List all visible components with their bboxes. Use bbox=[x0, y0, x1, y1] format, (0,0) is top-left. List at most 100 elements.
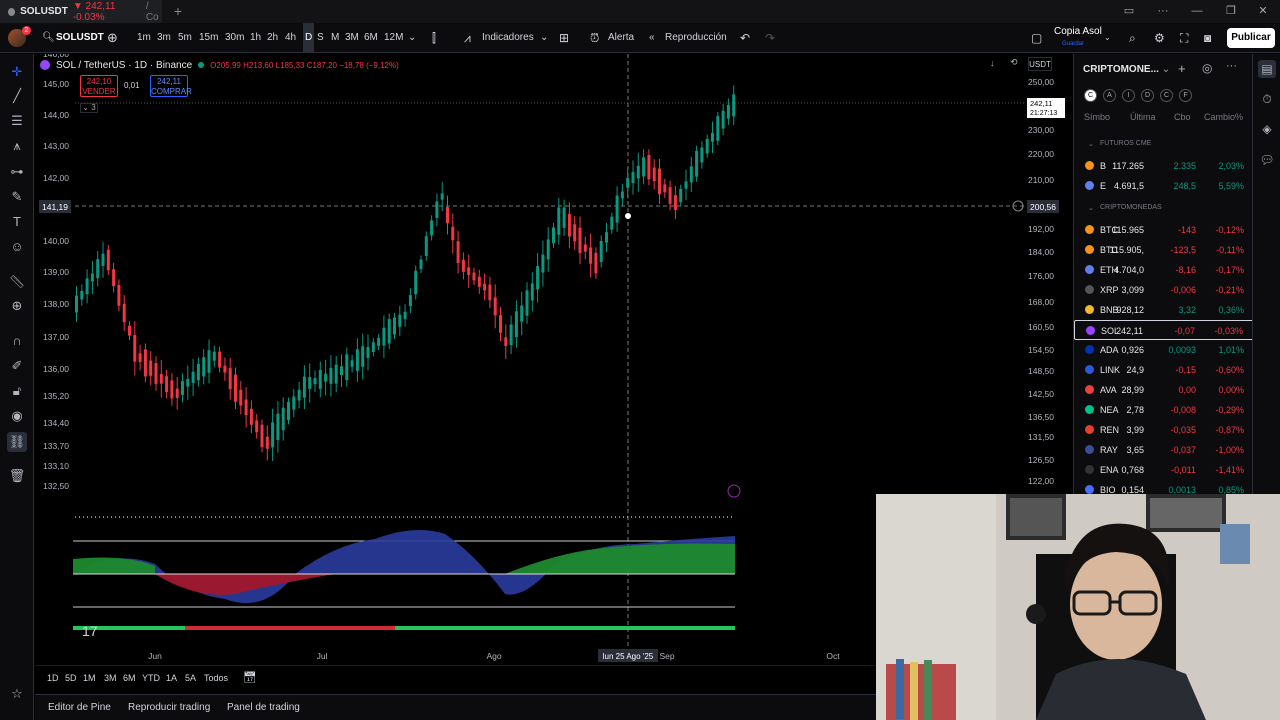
watchlist-title[interactable]: CRIPTOMONE... ⌄ bbox=[1083, 64, 1170, 75]
watchlist-row[interactable]: REN 3,99 -0,035 -0,87% bbox=[1074, 420, 1253, 440]
watchlist-row[interactable]: BNB 928,12 3,32 0,36% bbox=[1074, 300, 1253, 320]
crosshair-tool-icon[interactable]: ✛ bbox=[7, 62, 27, 82]
watchlist-row[interactable]: RAY 3,65 -0,037 -1,00% bbox=[1074, 440, 1253, 460]
timeframe-1h[interactable]: 1h bbox=[250, 23, 261, 53]
layouts-icon[interactable]: ⊞ bbox=[559, 23, 569, 53]
chart-type-icon[interactable]: ⫿ bbox=[432, 23, 436, 53]
range-6m[interactable]: 6M bbox=[123, 666, 136, 690]
alert-icon[interactable]: ⏰︎ bbox=[590, 23, 599, 53]
watchlist-rail-icon[interactable]: ▤ bbox=[1258, 60, 1276, 78]
timeframe-12m[interactable]: 12M bbox=[384, 23, 403, 53]
watchlist-filter-2[interactable]: I bbox=[1122, 89, 1135, 102]
timeframe-3m[interactable]: 3m bbox=[157, 23, 171, 53]
col-last[interactable]: Última bbox=[1130, 112, 1156, 122]
scroll-down-icon[interactable]: ↓ bbox=[990, 58, 995, 68]
snapshot-camera-icon[interactable]: ◙ bbox=[1204, 23, 1211, 53]
timeframe-s[interactable]: S bbox=[317, 23, 324, 53]
timeframe-2h[interactable]: 2h bbox=[267, 23, 278, 53]
link-tool-icon[interactable]: ⛓ bbox=[7, 432, 27, 452]
symbol-search[interactable]: SOLUSDT bbox=[56, 23, 104, 53]
watchlist-row[interactable]: BTC 115.905, -123,5 -0,11% bbox=[1074, 240, 1253, 260]
timeframe-dropdown-icon[interactable]: ⌄ bbox=[408, 23, 416, 53]
text-tool-icon[interactable]: T bbox=[7, 212, 27, 232]
timeframe-30m[interactable]: 30m bbox=[225, 23, 244, 53]
watchlist-row[interactable]: XRP 3,099 -0,006 -0,21% bbox=[1074, 280, 1253, 300]
watchlist-row[interactable]: BTC 115.965 -143 -0,12% bbox=[1074, 220, 1253, 240]
range-5d[interactable]: 5D bbox=[65, 666, 77, 690]
zoom-tool-icon[interactable]: ⊕ bbox=[7, 296, 27, 316]
range-todos[interactable]: Todos bbox=[204, 666, 228, 690]
compare-add-icon[interactable]: ⊕ bbox=[107, 23, 118, 53]
more-icon[interactable]: ··· bbox=[1146, 0, 1180, 23]
watchlist-row[interactable]: NEA 2,78 -0,008 -0,29% bbox=[1074, 400, 1253, 420]
watchlist-row[interactable]: ETH 4.704,0 -8,16 -0,17% bbox=[1074, 260, 1253, 280]
watchlist-more-icon[interactable]: ··· bbox=[1226, 60, 1237, 72]
timeframe-4h[interactable]: 4h bbox=[285, 23, 296, 53]
goto-date-icon[interactable]: 📅︎ bbox=[243, 666, 257, 690]
watchlist-filter-4[interactable]: C bbox=[1160, 89, 1173, 102]
alert-button[interactable]: Alerta bbox=[608, 23, 634, 53]
browser-tab[interactable]: SOLUSDT ▼ 242,11 -0.03% / Co bbox=[0, 0, 162, 23]
watchlist-section-header[interactable]: CRIPTOMONEDAS bbox=[1100, 204, 1162, 211]
watchlist-row[interactable]: B 117.265 2.335 2,03% bbox=[1074, 156, 1253, 176]
watchlist-filter-3[interactable]: D bbox=[1141, 89, 1154, 102]
range-1a[interactable]: 1A bbox=[166, 666, 177, 690]
watchlist-filter-1[interactable]: A bbox=[1103, 89, 1116, 102]
watchlist-filter-5[interactable]: F bbox=[1179, 89, 1192, 102]
order-quantity[interactable]: 0,01 bbox=[124, 81, 140, 90]
range-1m[interactable]: 1M bbox=[83, 666, 96, 690]
indicators-dropdown-icon[interactable]: ⌄ bbox=[540, 23, 548, 53]
watchlist-section-header[interactable]: FUTUROS CME bbox=[1100, 140, 1151, 147]
undo-icon[interactable]: ↶ bbox=[740, 23, 750, 53]
replay-button[interactable]: Reproducción bbox=[665, 23, 727, 53]
alerts-rail-icon[interactable]: ⏱ bbox=[1258, 90, 1276, 108]
favorites-star-icon[interactable]: ☆ bbox=[7, 684, 27, 704]
replay-icon[interactable]: « bbox=[649, 23, 655, 53]
layers-rail-icon[interactable]: ◈ bbox=[1258, 120, 1276, 138]
indicators-button[interactable]: Indicadores bbox=[482, 23, 534, 53]
watchlist-row[interactable]: BIO 0,154 0,0013 0,85% bbox=[1074, 480, 1253, 494]
watchlist-row[interactable]: LINK 24,9 -0,15 -0,60% bbox=[1074, 360, 1253, 380]
sell-button[interactable]: 242,10 VENDER bbox=[80, 75, 118, 97]
quick-search-icon[interactable]: ⌕ bbox=[1129, 23, 1136, 53]
new-tab-icon[interactable]: + bbox=[170, 3, 186, 19]
watchlist-filter-0[interactable]: C bbox=[1084, 89, 1097, 102]
emoji-tool-icon[interactable]: ☺ bbox=[7, 237, 27, 257]
watchlist-row[interactable]: ADA 0,926 0,0093 1,01% bbox=[1074, 340, 1253, 360]
settings-gear-icon[interactable]: ⚙ bbox=[1154, 23, 1165, 53]
forecast-tool-icon[interactable]: ⊶ bbox=[7, 162, 27, 182]
minimize-icon[interactable]: — bbox=[1180, 0, 1214, 23]
layout-save-icon[interactable]: ▢ bbox=[1031, 23, 1042, 53]
col-change-pct[interactable]: Cambio% bbox=[1204, 112, 1243, 122]
chat-rail-icon[interactable]: 💬︎ bbox=[1258, 151, 1276, 169]
col-change[interactable]: Cbo bbox=[1174, 112, 1191, 122]
trading-panel-tab[interactable]: Panel de trading bbox=[227, 695, 300, 720]
range-1d[interactable]: 1D bbox=[47, 666, 59, 690]
layout-dropdown-icon[interactable]: ⌄ bbox=[1104, 23, 1111, 53]
timeframe-5m[interactable]: 5m bbox=[178, 23, 192, 53]
trash-tool-icon[interactable]: 🗑︎ bbox=[7, 466, 27, 486]
cast-icon[interactable]: ▭ bbox=[1112, 0, 1146, 23]
watchlist-settings-icon[interactable]: ◎ bbox=[1202, 61, 1212, 75]
buy-button[interactable]: 242,11 COMPRAR bbox=[150, 75, 192, 97]
symbol-search-icon[interactable]: 🔍︎ bbox=[42, 23, 55, 53]
pattern-tool-icon[interactable]: ⩚ bbox=[7, 136, 27, 156]
range-ytd[interactable]: YTD bbox=[142, 666, 160, 690]
watchlist-row[interactable]: ENA 0,768 -0,011 -1,41% bbox=[1074, 460, 1253, 480]
watchlist-row[interactable]: AVA 28,99 0,00 0,00% bbox=[1074, 380, 1253, 400]
timeframe-m[interactable]: M bbox=[331, 23, 339, 53]
fullscreen-icon[interactable]: ⛶ bbox=[1180, 23, 1188, 53]
close-icon[interactable]: ✕ bbox=[1246, 0, 1280, 23]
timeframe-1m[interactable]: 1m bbox=[137, 23, 151, 53]
watchlist-row[interactable]: E 4.691,5 248,5 5,59% bbox=[1074, 176, 1253, 196]
range-5a[interactable]: 5A bbox=[185, 666, 196, 690]
add-symbol-icon[interactable]: + bbox=[1178, 61, 1186, 76]
magnet-tool-icon[interactable]: ∩ bbox=[7, 331, 27, 351]
redo-icon[interactable]: ↷ bbox=[765, 23, 775, 53]
lock-tool-icon[interactable]: 🔓︎ bbox=[7, 381, 27, 401]
publish-button[interactable]: Publicar bbox=[1227, 28, 1275, 48]
ruler-tool-icon[interactable]: 📏︎ bbox=[7, 272, 27, 292]
timeframe-6m[interactable]: 6M bbox=[364, 23, 378, 53]
brush-tool-icon[interactable]: ✎ bbox=[7, 187, 27, 207]
range-3m[interactable]: 3M bbox=[104, 666, 117, 690]
